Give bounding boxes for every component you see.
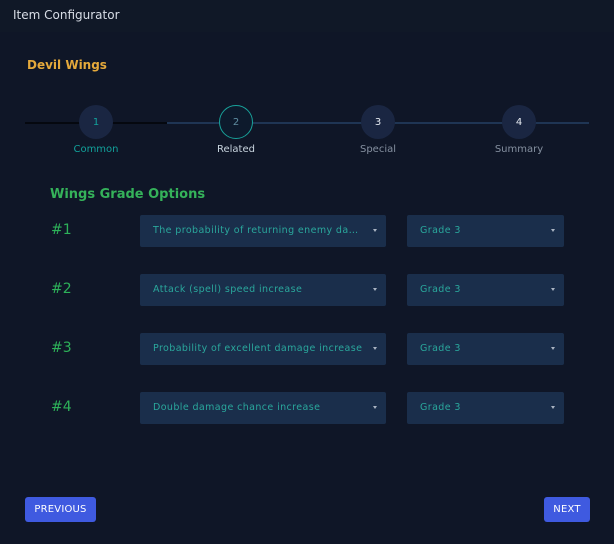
step-related[interactable]: 2 Related [196, 105, 276, 155]
caret-down-icon [551, 229, 555, 232]
previous-button[interactable]: PREVIOUS [25, 497, 96, 522]
step-circle: 1 [79, 105, 113, 139]
row-index: #1 [51, 222, 72, 238]
row-index: #2 [51, 281, 72, 297]
grade-select-value: Grade 3 [420, 225, 461, 236]
section-title: Wings Grade Options [50, 187, 206, 202]
grade-select[interactable]: Grade 3 [407, 333, 564, 365]
step-circle: 3 [361, 105, 395, 139]
grade-select-value: Grade 3 [420, 284, 461, 295]
next-button[interactable]: NEXT [544, 497, 590, 522]
step-label: Summary [494, 144, 544, 155]
step-circle: 4 [502, 105, 536, 139]
option-select-value: Attack (spell) speed increase [153, 284, 303, 295]
caret-down-icon [551, 288, 555, 291]
caret-down-icon [373, 229, 377, 232]
grade-select[interactable]: Grade 3 [407, 215, 564, 247]
stepper: 1 Common 2 Related 3 Special 4 Summary [0, 100, 614, 160]
option-row-4: #4 Double damage chance increase Grade 3 [0, 392, 614, 424]
caret-down-icon [551, 406, 555, 409]
step-special[interactable]: 3 Special [338, 105, 418, 155]
step-label: Common [73, 144, 119, 155]
step-summary[interactable]: 4 Summary [479, 105, 559, 155]
title-bar: Item Configurator [0, 0, 614, 32]
grade-select[interactable]: Grade 3 [407, 392, 564, 424]
item-name: Devil Wings [27, 58, 107, 72]
caret-down-icon [373, 347, 377, 350]
option-select[interactable]: The probability of returning enemy damag… [140, 215, 386, 247]
grade-select[interactable]: Grade 3 [407, 274, 564, 306]
option-row-3: #3 Probability of excellent damage incre… [0, 333, 614, 365]
option-select[interactable]: Attack (spell) speed increase [140, 274, 386, 306]
row-index: #4 [51, 399, 72, 415]
app-title: Item Configurator [13, 8, 120, 22]
grade-select-value: Grade 3 [420, 402, 461, 413]
option-select[interactable]: Probability of excellent damage increase [140, 333, 386, 365]
option-select-value: Probability of excellent damage increase [153, 343, 363, 354]
caret-down-icon [373, 288, 377, 291]
step-circle: 2 [219, 105, 253, 139]
step-label: Special [359, 144, 397, 155]
step-label: Related [217, 144, 255, 155]
option-select-value: The probability of returning enemy damag… [153, 225, 378, 236]
caret-down-icon [373, 406, 377, 409]
caret-down-icon [551, 347, 555, 350]
row-index: #3 [51, 340, 72, 356]
option-row-2: #2 Attack (spell) speed increase Grade 3 [0, 274, 614, 306]
option-select[interactable]: Double damage chance increase [140, 392, 386, 424]
step-common[interactable]: 1 Common [56, 105, 136, 155]
grade-select-value: Grade 3 [420, 343, 461, 354]
option-row-1: #1 The probability of returning enemy da… [0, 215, 614, 247]
option-select-value: Double damage chance increase [153, 402, 321, 413]
